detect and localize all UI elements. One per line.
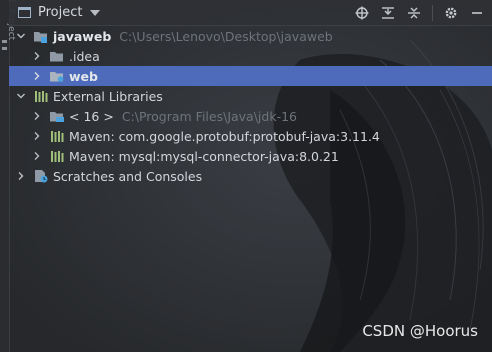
tree-node-maven-mysql[interactable]: Maven: mysql:mysql-connector-java:8.0.21: [9, 146, 492, 166]
strip-marker: [2, 40, 7, 43]
tree-node-label: External Libraries: [53, 88, 163, 104]
chevron-down-icon[interactable]: [15, 90, 27, 102]
library-jar-icon: [49, 129, 65, 143]
tree-node-javaweb[interactable]: javaweb C:\Users\Lenovo\Desktop\javaweb: [9, 26, 492, 46]
project-view-selector[interactable]: Project: [18, 5, 101, 20]
tree-node-label: .idea: [69, 48, 100, 64]
chevron-right-icon[interactable]: [31, 70, 43, 82]
chevron-right-icon[interactable]: [31, 50, 43, 62]
chevron-down-icon: [90, 9, 101, 16]
toolbar-separator: [432, 4, 433, 21]
chevron-right-icon[interactable]: [15, 170, 27, 182]
collapse-all-icon[interactable]: [406, 5, 422, 21]
library-icon: [33, 89, 49, 103]
tree-node-label: web: [69, 68, 98, 84]
strip-marker: [2, 47, 7, 50]
tree-node-label: Scratches and Consoles: [53, 168, 203, 184]
watermark: CSDN @Hoorus: [362, 322, 478, 340]
tree-node-idea[interactable]: .idea: [9, 46, 492, 66]
locate-icon[interactable]: [354, 5, 370, 21]
tree-node-jdk[interactable]: < 16 > C:\Program Files\Java\jdk-16: [9, 106, 492, 126]
project-view-title: Project: [38, 5, 83, 20]
tree-node-label: javaweb: [53, 28, 112, 44]
tree-node-path: C:\Users\Lenovo\Desktop\javaweb: [119, 28, 333, 44]
window-icon: [18, 7, 31, 18]
tree-node-external-libraries[interactable]: External Libraries: [9, 86, 492, 106]
expand-all-icon[interactable]: [380, 5, 396, 21]
folder-icon: [49, 49, 65, 63]
jdk-icon: [49, 109, 65, 123]
tree-node-scratches[interactable]: Scratches and Consoles: [9, 166, 492, 186]
project-toolbar: Project: [9, 0, 492, 26]
tree-node-label: < 16 >: [69, 108, 114, 124]
scratches-icon: [33, 169, 49, 183]
tree-node-maven-protobuf[interactable]: Maven: com.google.protobuf:protobuf-java…: [9, 126, 492, 146]
gear-icon[interactable]: [443, 5, 459, 21]
tree-node-label: Maven: mysql:mysql-connector-java:8.0.21: [69, 148, 339, 164]
minimize-icon[interactable]: [469, 5, 485, 21]
chevron-right-icon[interactable]: [31, 130, 43, 142]
tree-node-label: Maven: com.google.protobuf:protobuf-java…: [69, 128, 380, 144]
chevron-right-icon[interactable]: [31, 110, 43, 122]
web-folder-icon: [49, 69, 65, 83]
module-folder-icon: [33, 29, 49, 43]
tree-node-web[interactable]: web: [9, 66, 492, 86]
library-jar-icon: [49, 149, 65, 163]
tree-node-path: C:\Program Files\Java\jdk-16: [121, 108, 297, 124]
project-tree: javaweb C:\Users\Lenovo\Desktop\javaweb …: [9, 26, 492, 186]
chevron-right-icon[interactable]: [31, 150, 43, 162]
toolbar-actions: [344, 0, 485, 25]
chevron-down-icon[interactable]: [15, 30, 27, 42]
